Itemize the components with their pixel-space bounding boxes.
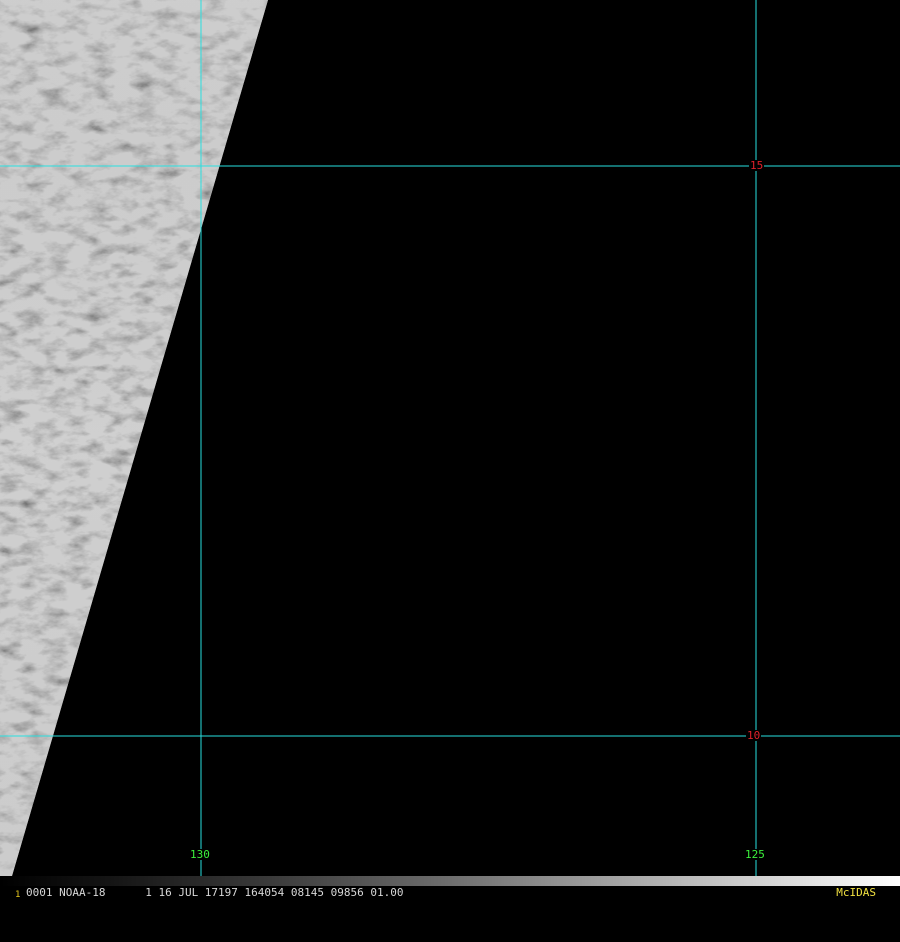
image-info-text: 0001 NOAA-18 1 16 JUL 17197 164054 08145…	[26, 886, 404, 899]
longitude-label-125: 125	[744, 848, 766, 861]
mcidas-logo-text: McIDAS	[836, 886, 876, 899]
grayscale-colorbar	[0, 876, 900, 886]
satellite-image	[0, 0, 900, 876]
longitude-label-130: 130	[189, 848, 211, 861]
latitude-label-15: 15	[749, 159, 765, 172]
image-info-bar: 1 0001 NOAA-18 1 16 JUL 17197 164054 081…	[0, 886, 900, 900]
latitude-label-10: 10	[746, 729, 762, 742]
